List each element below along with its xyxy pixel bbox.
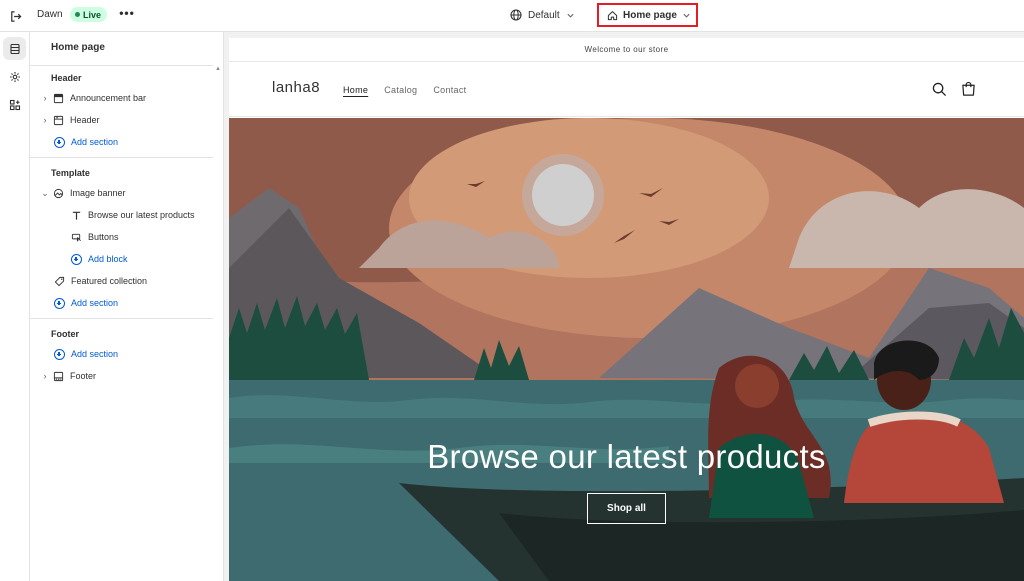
editor-topbar: Dawn Live ••• Default Home page xyxy=(0,0,1024,32)
sidebar-item-label: Header xyxy=(70,115,100,125)
gear-icon xyxy=(9,71,20,82)
header-group-label: Header xyxy=(51,73,82,83)
globe-icon xyxy=(510,9,522,21)
nav-link-contact[interactable]: Contact xyxy=(433,85,466,95)
sidebar-item-featured-collection[interactable]: Featured collection xyxy=(51,273,147,289)
chevron-down-icon: ⌄ xyxy=(41,187,49,198)
editor-rail xyxy=(0,32,30,581)
search-icon[interactable] xyxy=(932,82,947,97)
app-embeds-nav-button[interactable] xyxy=(3,93,26,116)
chevron-right-icon: › xyxy=(43,371,47,381)
store-preview: Welcome to our store lanha8 Home Catalog… xyxy=(224,32,1024,581)
apps-icon xyxy=(9,99,20,110)
more-options-button[interactable]: ••• xyxy=(119,7,135,23)
store-logo[interactable]: lanha8 xyxy=(272,79,320,96)
block-item-heading[interactable]: Browse our latest products xyxy=(68,207,195,223)
sections-icon xyxy=(9,43,20,54)
sections-sidebar: Home page ▲ Header › Announcement bar › … xyxy=(30,32,224,581)
sidebar-item-announcement-bar[interactable]: › Announcement bar xyxy=(40,90,147,106)
chevron-right-icon: › xyxy=(43,93,47,103)
store-nav: Home Catalog Contact xyxy=(343,85,466,95)
chevron-down-icon xyxy=(683,13,690,18)
announcement-bar[interactable]: Welcome to our store xyxy=(229,38,1024,62)
nav-link-catalog[interactable]: Catalog xyxy=(384,85,417,95)
sections-nav-button[interactable] xyxy=(3,37,26,60)
footer-icon xyxy=(50,369,66,383)
nav-link-home[interactable]: Home xyxy=(343,85,368,95)
button-icon xyxy=(68,230,84,244)
sidebar-item-label: Announcement bar xyxy=(70,93,147,103)
chevron-down-icon xyxy=(567,13,574,18)
live-badge-label: Live xyxy=(83,9,102,20)
image-banner[interactable]: Browse our latest products Shop all xyxy=(229,118,1024,581)
add-block-button[interactable]: Add block xyxy=(68,251,128,267)
page-selector-label: Home page xyxy=(623,9,677,21)
sidebar-item-header[interactable]: › Header xyxy=(40,112,100,128)
add-section-label: Add section xyxy=(71,349,119,359)
chevron-right-icon: › xyxy=(43,115,47,125)
scroll-up-icon: ▲ xyxy=(215,66,221,72)
header-icon xyxy=(50,113,66,127)
theme-settings-nav-button[interactable] xyxy=(3,65,26,88)
block-item-buttons[interactable]: Buttons xyxy=(68,229,119,245)
sidebar-item-label: Footer xyxy=(70,371,97,381)
store-header[interactable]: lanha8 Home Catalog Contact xyxy=(229,63,1024,117)
home-icon xyxy=(607,10,618,20)
sidebar-item-footer[interactable]: › Footer xyxy=(40,368,97,384)
announcement-icon xyxy=(50,91,66,105)
live-dot-icon xyxy=(75,12,80,17)
add-circle-icon xyxy=(51,347,67,361)
page-selector[interactable]: Home page xyxy=(597,3,698,27)
template-selector-label: Default xyxy=(528,9,560,21)
divider xyxy=(30,65,213,66)
theme-name: Dawn xyxy=(37,9,63,20)
sidebar-title: Home page xyxy=(51,42,105,53)
tag-icon xyxy=(51,274,67,288)
block-item-label: Browse our latest products xyxy=(88,210,195,220)
template-selector[interactable]: Default xyxy=(510,7,575,23)
add-section-footer-button[interactable]: Add section xyxy=(51,346,118,362)
block-item-label: Buttons xyxy=(88,232,119,242)
add-section-template-button[interactable]: Add section xyxy=(51,295,118,311)
template-group-label: Template xyxy=(51,168,90,178)
sidebar-item-label: Featured collection xyxy=(71,276,148,286)
sidebar-item-label: Image banner xyxy=(70,188,126,198)
divider xyxy=(30,157,213,158)
banner-heading: Browse our latest products xyxy=(427,438,826,475)
preview-canvas: Welcome to our store lanha8 Home Catalog… xyxy=(229,38,1024,581)
image-banner-icon xyxy=(50,186,66,200)
sidebar-scrollbar[interactable]: ▲ xyxy=(213,66,223,581)
add-circle-icon xyxy=(51,135,67,149)
add-block-label: Add block xyxy=(88,254,128,264)
cart-icon[interactable] xyxy=(961,81,976,97)
footer-group-label: Footer xyxy=(51,329,79,339)
add-circle-icon xyxy=(68,252,84,266)
add-circle-icon xyxy=(51,296,67,310)
sidebar-item-image-banner[interactable]: ⌄ Image banner xyxy=(40,185,126,201)
exit-icon[interactable] xyxy=(6,7,24,25)
add-section-label: Add section xyxy=(71,298,119,308)
add-section-header-button[interactable]: Add section xyxy=(51,134,118,150)
shop-all-button[interactable]: Shop all xyxy=(587,493,666,524)
live-status-badge: Live xyxy=(70,7,108,22)
add-section-label: Add section xyxy=(71,137,119,147)
divider xyxy=(30,318,213,319)
text-icon xyxy=(68,208,84,222)
